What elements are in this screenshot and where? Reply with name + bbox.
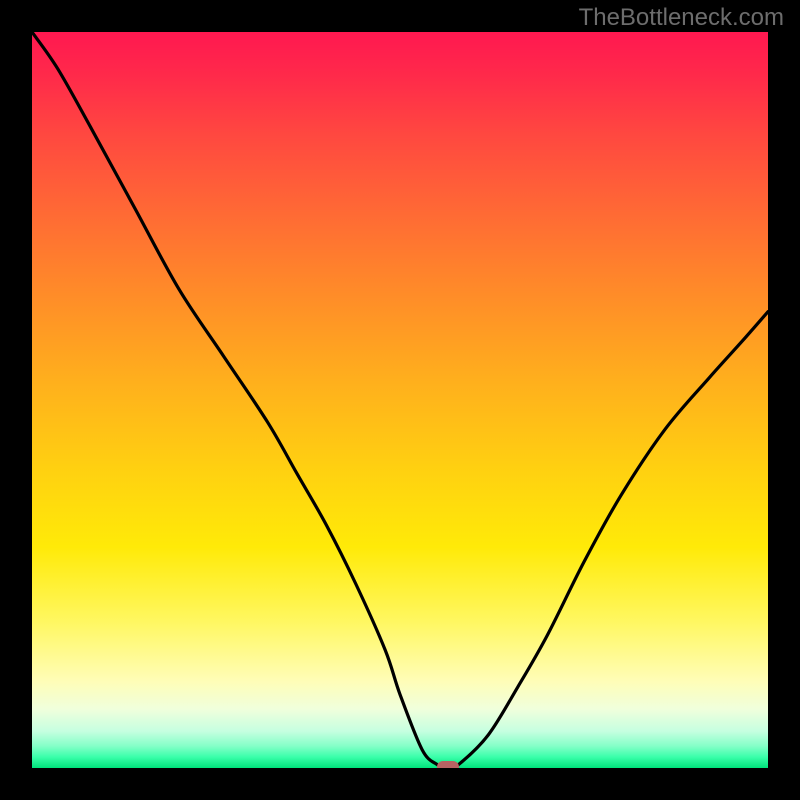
watermark-text: TheBottleneck.com xyxy=(579,4,784,32)
plot-area xyxy=(32,32,768,768)
bottleneck-curve xyxy=(32,32,768,768)
curve-svg xyxy=(32,32,768,768)
min-marker xyxy=(437,761,459,768)
chart-frame: TheBottleneck.com xyxy=(0,0,800,800)
